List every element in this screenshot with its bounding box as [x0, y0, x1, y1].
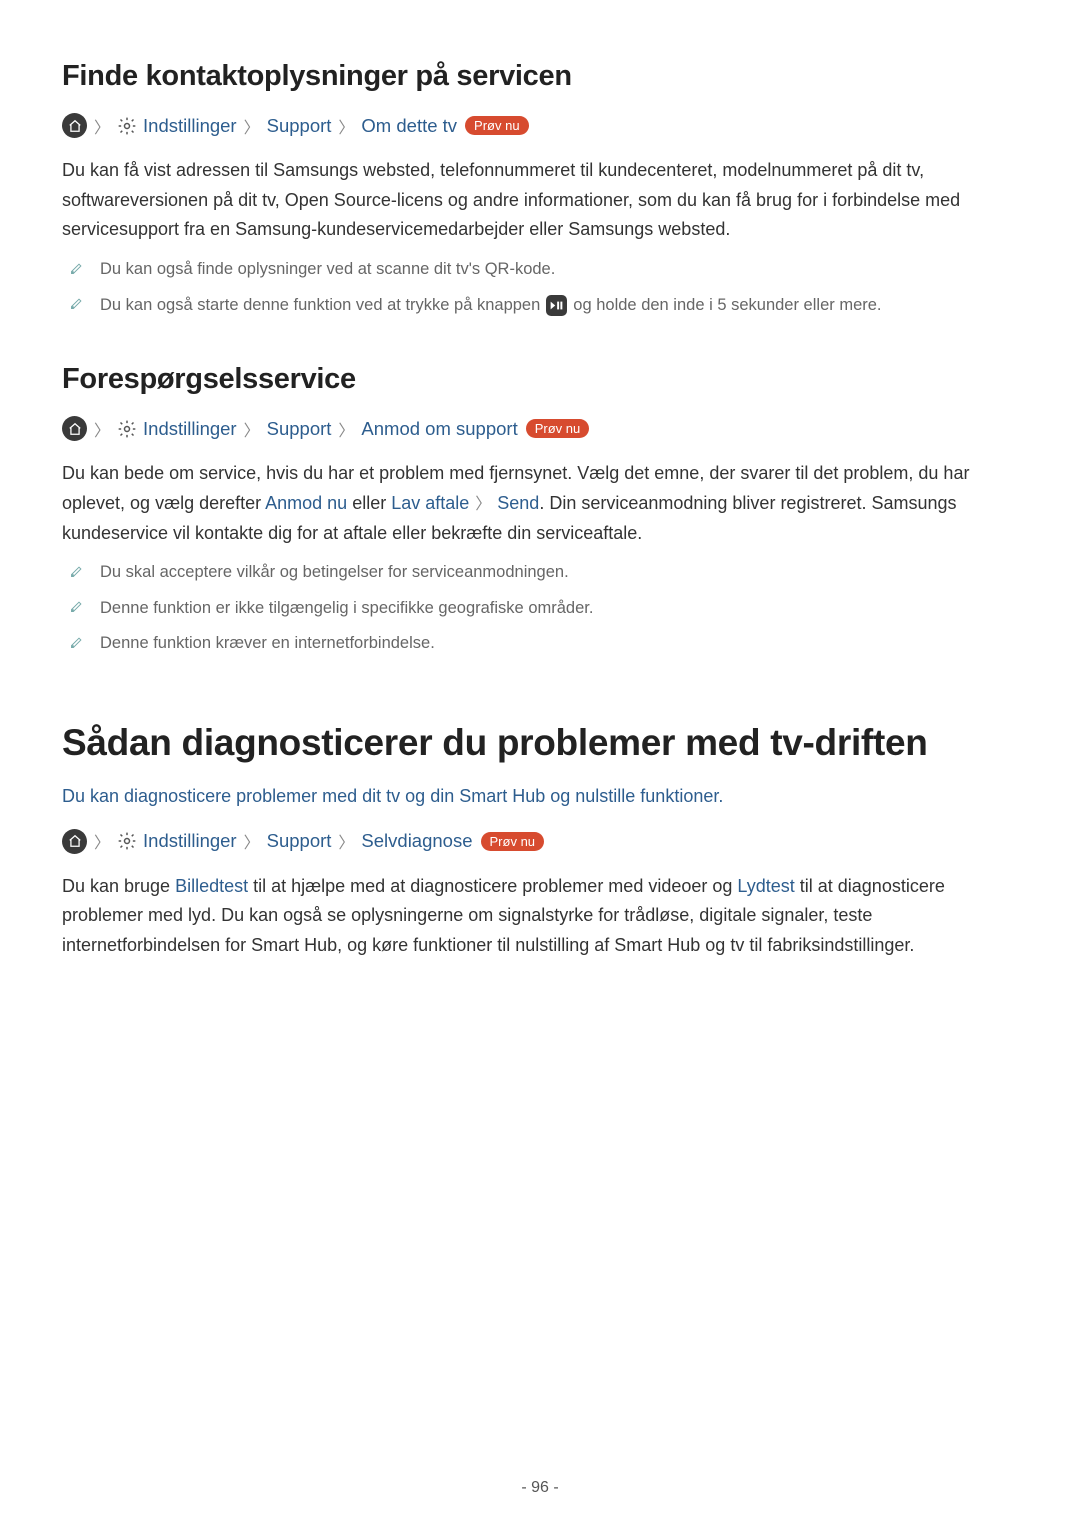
- section-request-service: Forespørgselsservice 〉 Indstillinger 〉 S…: [62, 363, 1018, 657]
- link-picture-test[interactable]: Billedtest: [175, 876, 248, 896]
- home-icon[interactable]: [62, 416, 87, 441]
- link-request-now[interactable]: Anmod nu: [265, 493, 347, 513]
- crumb-support[interactable]: Support: [267, 115, 332, 137]
- home-icon[interactable]: [62, 113, 87, 138]
- note-row: Denne funktion kræver en internetforbind…: [68, 631, 1018, 657]
- breadcrumb-1: 〉 Indstillinger 〉 Support 〉 Om dette tv …: [62, 113, 1018, 138]
- link-schedule[interactable]: Lav aftale: [391, 493, 469, 513]
- crumb-about-tv[interactable]: Om dette tv: [361, 115, 457, 137]
- note-text-pre: Du kan også starte denne funktion ved at…: [100, 293, 540, 319]
- link-send[interactable]: Send: [497, 493, 539, 513]
- section-diagnose: Sådan diagnosticerer du problemer med tv…: [62, 722, 1018, 961]
- pencil-icon: [68, 596, 84, 618]
- note-text: Denne funktion er ikke tilgængelig i spe…: [100, 596, 593, 622]
- chevron-icon: 〉: [93, 829, 111, 853]
- note-row: Du kan også finde oplysninger ved at sca…: [68, 257, 1018, 283]
- chevron-icon: 〉: [337, 114, 355, 138]
- breadcrumb-3: 〉 Indstillinger 〉 Support 〉 Selvdiagnose…: [62, 829, 1018, 854]
- chevron-icon: 〉: [243, 829, 261, 853]
- note-text: Denne funktion kræver en internetforbind…: [100, 631, 435, 657]
- try-now-badge[interactable]: Prøv nu: [481, 832, 545, 851]
- chevron-icon: 〉: [93, 417, 111, 441]
- pencil-icon: [68, 560, 84, 582]
- chevron-icon: 〉: [337, 417, 355, 441]
- chevron-icon: 〉: [93, 114, 111, 138]
- chevron-icon: 〉: [337, 829, 355, 853]
- heading-request-service: Forespørgselsservice: [62, 363, 1018, 396]
- heading-contact-info: Finde kontaktoplysninger på servicen: [62, 60, 1018, 93]
- breadcrumb-2: 〉 Indstillinger 〉 Support 〉 Anmod om sup…: [62, 416, 1018, 441]
- pencil-icon: [68, 257, 84, 279]
- crumb-settings[interactable]: Indstillinger: [143, 115, 237, 137]
- crumb-settings[interactable]: Indstillinger: [143, 418, 237, 440]
- paragraph: Du kan bruge Billedtest til at hjælpe me…: [62, 872, 1018, 961]
- text-segment: eller: [347, 493, 391, 513]
- crumb-request-support[interactable]: Anmod om support: [361, 418, 517, 440]
- home-icon[interactable]: [62, 829, 87, 854]
- gear-icon: [117, 831, 137, 851]
- crumb-self-diagnose[interactable]: Selvdiagnose: [361, 830, 472, 852]
- note-row: Du skal acceptere vilkår og betingelser …: [68, 560, 1018, 586]
- crumb-support[interactable]: Support: [267, 830, 332, 852]
- note-text-post: og holde den inde i 5 sekunder eller mer…: [573, 293, 881, 319]
- pencil-icon: [68, 631, 84, 653]
- try-now-badge[interactable]: Prøv nu: [465, 116, 529, 135]
- chevron-icon: 〉: [243, 417, 261, 441]
- note-row: Du kan også starte denne funktion ved at…: [68, 293, 1018, 319]
- chevron-icon: 〉: [469, 496, 497, 513]
- crumb-settings[interactable]: Indstillinger: [143, 830, 237, 852]
- note-row: Denne funktion er ikke tilgængelig i spe…: [68, 596, 1018, 622]
- note-text: Du kan også starte denne funktion ved at…: [100, 293, 882, 319]
- gear-icon: [117, 116, 137, 136]
- gear-icon: [117, 419, 137, 439]
- try-now-badge[interactable]: Prøv nu: [526, 419, 590, 438]
- pencil-icon: [68, 293, 84, 315]
- subtitle-diagnose: Du kan diagnosticere problemer med dit t…: [62, 782, 1018, 811]
- heading-diagnose: Sådan diagnosticerer du problemer med tv…: [62, 722, 1018, 764]
- paragraph: Du kan bede om service, hvis du har et p…: [62, 459, 1018, 548]
- paragraph: Du kan få vist adressen til Samsungs web…: [62, 156, 1018, 245]
- chevron-icon: 〉: [243, 114, 261, 138]
- text-segment: Du kan bruge: [62, 876, 175, 896]
- link-sound-test[interactable]: Lydtest: [737, 876, 794, 896]
- note-text: Du kan også finde oplysninger ved at sca…: [100, 257, 555, 283]
- crumb-support[interactable]: Support: [267, 418, 332, 440]
- section-contact-info: Finde kontaktoplysninger på servicen 〉 I…: [62, 60, 1018, 318]
- text-segment: til at hjælpe med at diagnosticere probl…: [248, 876, 737, 896]
- play-pause-icon: [546, 295, 567, 316]
- note-text: Du skal acceptere vilkår og betingelser …: [100, 560, 569, 586]
- page-number: - 96 -: [0, 1479, 1080, 1497]
